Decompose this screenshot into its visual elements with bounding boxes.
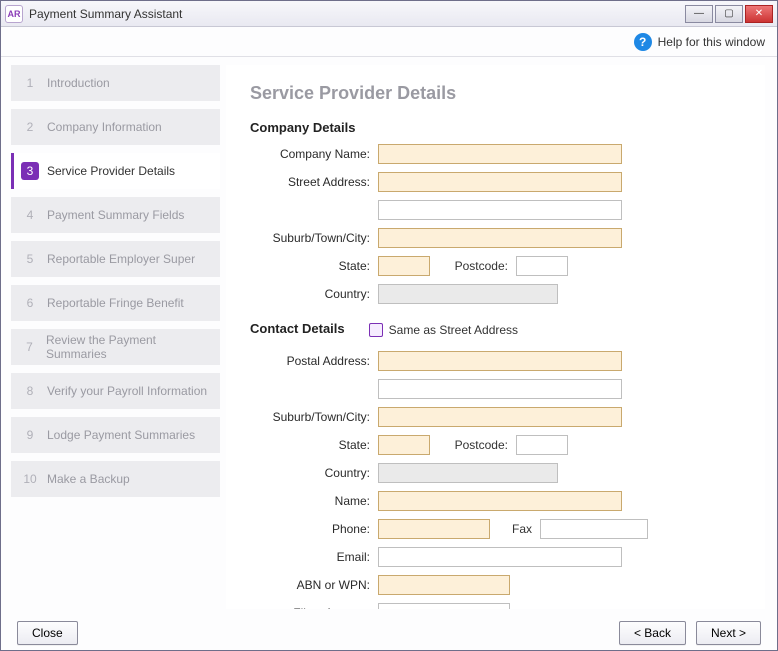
company-name-input[interactable] <box>378 144 622 164</box>
app-window: AR Payment Summary Assistant — ▢ ✕ ? Hel… <box>0 0 778 651</box>
abn-label: ABN or WPN: <box>250 578 378 592</box>
step-number: 10 <box>21 472 39 486</box>
file-reference-input[interactable] <box>378 603 510 609</box>
step-service-provider-details[interactable]: 3 Service Provider Details <box>11 153 220 189</box>
help-bar: ? Help for this window <box>1 27 777 57</box>
step-label: Lodge Payment Summaries <box>47 428 195 442</box>
main-panel: Service Provider Details Company Details… <box>226 65 765 609</box>
phone-label: Phone: <box>250 522 378 536</box>
help-link[interactable]: Help for this window <box>658 35 765 49</box>
maximize-button[interactable]: ▢ <box>715 5 743 23</box>
step-company-information[interactable]: 2 Company Information <box>11 109 220 145</box>
step-number: 2 <box>21 120 39 134</box>
step-payment-summary-fields[interactable]: 4 Payment Summary Fields <box>11 197 220 233</box>
step-number: 9 <box>21 428 39 442</box>
step-number: 7 <box>21 340 38 354</box>
step-number: 5 <box>21 252 39 266</box>
contact-country-label: Country: <box>250 466 378 480</box>
step-review-payment-summaries[interactable]: 7 Review the Payment Summaries <box>11 329 220 365</box>
company-details-heading: Company Details <box>250 120 741 135</box>
step-label: Introduction <box>47 76 110 90</box>
back-button[interactable]: < Back <box>619 621 686 645</box>
contact-name-label: Name: <box>250 494 378 508</box>
minimize-button[interactable]: — <box>685 5 713 23</box>
step-label: Make a Backup <box>47 472 130 486</box>
contact-country-input[interactable] <box>378 463 558 483</box>
step-reportable-employer-super[interactable]: 5 Reportable Employer Super <box>11 241 220 277</box>
close-button[interactable]: Close <box>17 621 78 645</box>
step-make-a-backup[interactable]: 10 Make a Backup <box>11 461 220 497</box>
company-state-input[interactable] <box>378 256 430 276</box>
company-country-label: Country: <box>250 287 378 301</box>
step-lodge-payment-summaries[interactable]: 9 Lodge Payment Summaries <box>11 417 220 453</box>
step-reportable-fringe-benefit[interactable]: 6 Reportable Fringe Benefit <box>11 285 220 321</box>
footer: Close < Back Next > <box>1 616 777 650</box>
company-postcode-input[interactable] <box>516 256 568 276</box>
step-number: 6 <box>21 296 39 310</box>
wizard-sidebar: 1 Introduction 2 Company Information 3 Serv… <box>1 57 226 617</box>
step-label: Review the Payment Summaries <box>46 333 210 361</box>
contact-details-heading: Contact Details <box>250 321 345 336</box>
company-postcode-label: Postcode: <box>430 259 516 273</box>
help-icon: ? <box>634 33 652 51</box>
fax-label: Fax <box>490 522 540 536</box>
window-title: Payment Summary Assistant <box>29 7 685 21</box>
same-as-street-label: Same as Street Address <box>389 323 518 337</box>
street-address-1-input[interactable] <box>378 172 622 192</box>
contact-postcode-input[interactable] <box>516 435 568 455</box>
step-number: 3 <box>21 162 39 180</box>
contact-name-input[interactable] <box>378 491 622 511</box>
same-as-street-checkbox[interactable] <box>369 323 383 337</box>
step-label: Reportable Employer Super <box>47 252 195 266</box>
email-label: Email: <box>250 550 378 564</box>
contact-suburb-input[interactable] <box>378 407 622 427</box>
postal-address-1-input[interactable] <box>378 351 622 371</box>
body: 1 Introduction 2 Company Information 3 Serv… <box>1 57 777 617</box>
street-address-2-input[interactable] <box>378 200 622 220</box>
contact-suburb-label: Suburb/Town/City: <box>250 410 378 424</box>
fax-input[interactable] <box>540 519 648 539</box>
street-address-label: Street Address: <box>250 175 378 189</box>
step-label: Company Information <box>47 120 162 134</box>
phone-input[interactable] <box>378 519 490 539</box>
email-input[interactable] <box>378 547 622 567</box>
page-heading: Service Provider Details <box>250 83 741 104</box>
window-buttons: — ▢ ✕ <box>685 5 773 23</box>
step-number: 4 <box>21 208 39 222</box>
step-introduction[interactable]: 1 Introduction <box>11 65 220 101</box>
company-state-label: State: <box>250 259 378 273</box>
app-icon: AR <box>5 5 23 23</box>
postal-address-2-input[interactable] <box>378 379 622 399</box>
step-label: Verify your Payroll Information <box>47 384 207 398</box>
step-verify-payroll-information[interactable]: 8 Verify your Payroll Information <box>11 373 220 409</box>
step-number: 8 <box>21 384 39 398</box>
step-label: Reportable Fringe Benefit <box>47 296 184 310</box>
file-reference-label: File reference: <box>250 606 378 609</box>
step-label: Payment Summary Fields <box>47 208 184 222</box>
abn-input[interactable] <box>378 575 510 595</box>
close-window-button[interactable]: ✕ <box>745 5 773 23</box>
company-country-input[interactable] <box>378 284 558 304</box>
company-suburb-label: Suburb/Town/City: <box>250 231 378 245</box>
postal-address-label: Postal Address: <box>250 354 378 368</box>
contact-state-label: State: <box>250 438 378 452</box>
contact-postcode-label: Postcode: <box>430 438 516 452</box>
next-button[interactable]: Next > <box>696 621 761 645</box>
contact-state-input[interactable] <box>378 435 430 455</box>
company-name-label: Company Name: <box>250 147 378 161</box>
step-label: Service Provider Details <box>47 164 175 178</box>
step-number: 1 <box>21 76 39 90</box>
titlebar: AR Payment Summary Assistant — ▢ ✕ <box>1 1 777 27</box>
company-suburb-input[interactable] <box>378 228 622 248</box>
